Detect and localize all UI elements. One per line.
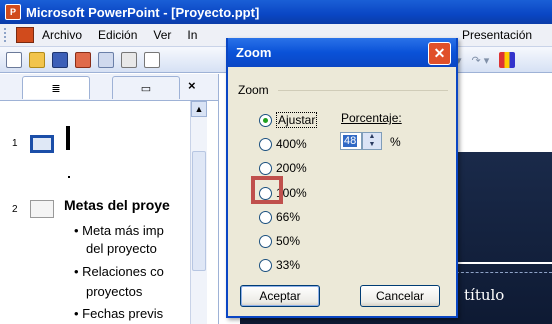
percentage-value: 48 (343, 135, 358, 147)
menu-presentacion[interactable]: Presentación (462, 28, 532, 42)
radio-400[interactable]: 400% (259, 135, 307, 153)
radio-button[interactable] (259, 258, 272, 272)
spin-down-icon[interactable]: ▼ (363, 141, 381, 149)
radio-button-selected[interactable] (259, 113, 272, 127)
slide-title-placeholder[interactable]: título (464, 286, 504, 304)
close-icon[interactable]: ✕ (428, 42, 451, 65)
outline-bullet[interactable]: proyectos (86, 284, 142, 299)
zoom-dialog: Zoom ✕ Zoom Ajustar 400% 200% 100% 66% 5… (226, 38, 458, 318)
radio-label: 50% (276, 234, 301, 248)
outline-bullet[interactable]: del proyecto (86, 241, 157, 256)
slide-2-title[interactable]: Metas del proye (64, 197, 170, 213)
outline-bullet[interactable]: • Relaciones co (74, 264, 164, 279)
radio-label: 200% (276, 161, 307, 175)
highlight-box (251, 176, 283, 204)
dialog-title: Zoom (236, 45, 272, 60)
title-placeholder-border (456, 272, 552, 273)
radio-button[interactable] (259, 234, 272, 248)
radio-50[interactable]: 50% (259, 232, 300, 250)
cancel-button[interactable]: Cancelar (360, 285, 440, 307)
radio-button[interactable] (259, 210, 272, 224)
radio-label: Ajustar (276, 112, 318, 128)
percentage-label: Porcentaje: (341, 111, 402, 125)
close-pane-icon[interactable]: × (188, 78, 196, 93)
dialog-title-bar[interactable]: Zoom ✕ (228, 38, 456, 67)
percent-sign: % (390, 135, 401, 149)
percentage-spinner[interactable]: ▲ ▼ (362, 132, 382, 150)
spin-up-icon[interactable]: ▲ (363, 133, 381, 141)
zoom-group-label: Zoom (238, 83, 269, 97)
radio-button[interactable] (259, 161, 272, 175)
group-divider (278, 90, 448, 91)
percentage-input[interactable]: 48 (340, 132, 362, 150)
radio-66[interactable]: 66% (259, 208, 300, 226)
insert-chart-icon[interactable] (499, 52, 516, 68)
radio-button[interactable] (259, 137, 272, 151)
radio-33[interactable]: 33% (259, 256, 300, 274)
radio-label: 33% (276, 258, 301, 272)
outline-text-clip: Metas del proye • Meta más imp del proye… (0, 0, 188, 324)
ok-button[interactable]: Aceptar (240, 285, 320, 307)
radio-label: 400% (276, 137, 307, 151)
scroll-thumb[interactable] (192, 151, 206, 271)
scroll-up-icon[interactable]: ▲ (191, 101, 207, 117)
menu-insertar[interactable]: In (187, 28, 197, 42)
outline-scrollbar[interactable]: ▲ (190, 101, 207, 324)
outline-bullet[interactable]: • Meta más imp (74, 223, 164, 238)
radio-200[interactable]: 200% (259, 159, 307, 177)
radio-label: 66% (276, 210, 301, 224)
outline-bullet[interactable]: • Fechas previs (74, 306, 163, 321)
redo-icon[interactable]: ↷ ▾ (472, 54, 490, 67)
radio-ajustar[interactable]: Ajustar (259, 111, 318, 129)
